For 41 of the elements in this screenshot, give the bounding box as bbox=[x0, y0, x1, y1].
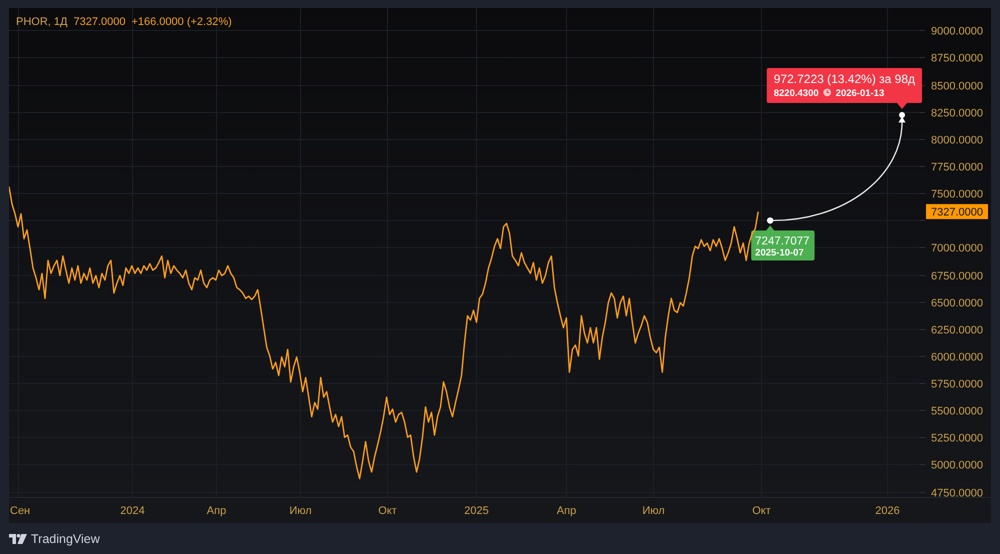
price-axis-label: 5250.0000 bbox=[931, 432, 983, 444]
price-axis-label: 4750.0000 bbox=[931, 488, 983, 500]
time-axis-label: Апр bbox=[556, 505, 576, 517]
price-axis-label: 5500.0000 bbox=[931, 406, 983, 418]
price-axis-label: 8750.0000 bbox=[931, 52, 983, 64]
clock-icon bbox=[823, 88, 831, 96]
price-axis-label: 6500.0000 bbox=[931, 298, 983, 310]
end-point-icon bbox=[898, 112, 906, 122]
price-axis-label: 7500.0000 bbox=[931, 188, 983, 200]
time-axis-label: 2026 bbox=[875, 505, 900, 517]
price-axis-label: 6000.0000 bbox=[931, 352, 983, 364]
price-axis-label: 9000.0000 bbox=[931, 26, 983, 38]
price-axis-label: 8500.0000 bbox=[931, 80, 983, 92]
time-axis-label: 2025 bbox=[464, 505, 489, 517]
target-date-text: 2026-01-13 bbox=[836, 88, 884, 99]
start-point-icon bbox=[766, 217, 774, 224]
price-change-text: +166.0000 (+2.32%) bbox=[131, 16, 232, 29]
target-price-text: 8220.4300 bbox=[774, 88, 819, 99]
time-axis-label: Сен bbox=[10, 505, 30, 517]
price-axis-label: 8250.0000 bbox=[931, 108, 983, 120]
last-price-text: 7327.0000 bbox=[73, 16, 126, 29]
time-axis-label: 2024 bbox=[120, 505, 145, 517]
price-axis-label: 7750.0000 bbox=[931, 162, 983, 174]
current-price-label: 7327.0000 bbox=[926, 204, 988, 220]
start-price-text: 7247.7077 bbox=[755, 236, 810, 248]
price-axis-label: 6750.0000 bbox=[931, 270, 983, 282]
price-axis-label: 6250.0000 bbox=[931, 324, 983, 336]
time-axis-label: Окт bbox=[378, 505, 397, 517]
price-axis-label: 5750.0000 bbox=[931, 378, 983, 390]
time-axis-label: Апр bbox=[206, 505, 226, 517]
price-axis-label: 5000.0000 bbox=[931, 460, 983, 472]
time-axis-label: Июл bbox=[289, 505, 312, 517]
brand-name: TradingView bbox=[31, 532, 100, 546]
logo-icon bbox=[9, 534, 27, 544]
forecast-change-text: 972.7223 (13.42%) за 98д bbox=[774, 72, 916, 86]
symbol-label: PHOR, 1Д bbox=[16, 16, 68, 29]
time-axis-label: Окт bbox=[752, 505, 771, 517]
time-axis-label: Июл bbox=[642, 505, 665, 517]
price-axis-label: 7000.0000 bbox=[931, 242, 983, 254]
price-axis-label: 8000.0000 bbox=[931, 134, 983, 146]
start-date-text: 2025-10-07 bbox=[755, 248, 804, 259]
